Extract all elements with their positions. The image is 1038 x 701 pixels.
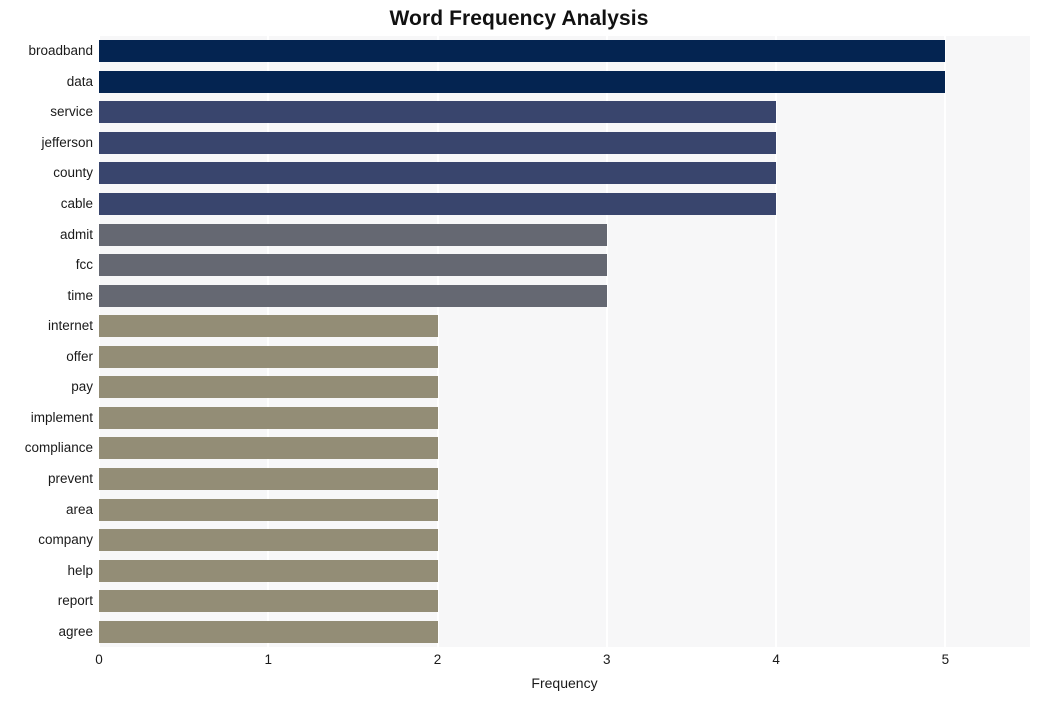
y-axis-label-agree: agree — [58, 623, 93, 639]
y-axis-label-implement: implement — [30, 409, 93, 425]
x-axis-label-1: 1 — [264, 652, 273, 667]
bar — [99, 467, 438, 490]
x-axis-label-4: 4 — [772, 652, 780, 667]
bar — [99, 40, 946, 63]
y-axis-label-prevent: prevent — [47, 470, 93, 486]
y-axis-label-fcc: fcc — [75, 257, 93, 273]
y-axis-label-cable: cable — [60, 196, 93, 212]
bar — [99, 437, 438, 460]
bar — [99, 376, 438, 399]
bar — [99, 345, 438, 368]
bar — [99, 193, 777, 216]
y-axis-label-internet: internet — [47, 318, 93, 334]
plot-area — [98, 36, 1030, 647]
x-axis-label-2: 2 — [433, 652, 442, 667]
bar — [99, 223, 607, 246]
bar — [99, 70, 946, 93]
y-axis-label-help: help — [67, 562, 93, 578]
y-axis-label-offer: offer — [66, 348, 93, 364]
y-axis-label-jefferson: jefferson — [41, 134, 93, 150]
y-axis-label-company: company — [38, 532, 93, 548]
y-axis-tick-labels: broadband data service jefferson county cable… — [0, 36, 93, 647]
bar — [99, 284, 607, 307]
y-axis-label-report: report — [57, 593, 93, 609]
x-axis-label-5: 5 — [941, 652, 950, 667]
x-axis-label-3: 3 — [603, 652, 611, 667]
bar — [99, 254, 607, 277]
bars-layer — [99, 36, 1030, 647]
bar — [99, 406, 438, 429]
y-axis-label-broadband: broadband — [28, 43, 93, 59]
bar — [99, 590, 438, 613]
bar — [99, 529, 438, 552]
y-axis-label-data: data — [66, 73, 93, 89]
chart-title: Word Frequency Analysis — [389, 7, 649, 30]
bar — [99, 315, 438, 338]
bar — [99, 620, 438, 643]
y-axis-label-time: time — [67, 287, 93, 303]
y-axis-label-area: area — [65, 501, 93, 517]
bar — [99, 162, 777, 185]
y-axis-label-compliance: compliance — [24, 440, 93, 456]
y-axis-label-service: service — [50, 104, 93, 120]
y-axis-label-admit: admit — [59, 226, 93, 242]
x-axis-tick-labels: 0 1 2 3 4 5 — [0, 651, 1038, 673]
x-axis-label-0: 0 — [95, 652, 103, 667]
y-axis-label-pay: pay — [71, 379, 93, 395]
y-axis-label-county: county — [53, 165, 93, 181]
bar — [99, 101, 777, 124]
word-frequency-chart: Word Frequency Analysis broadband data ser… — [0, 0, 1038, 701]
bar — [99, 498, 438, 521]
x-axis-title: Frequency — [531, 675, 598, 691]
bar — [99, 559, 438, 582]
bar — [99, 131, 777, 154]
